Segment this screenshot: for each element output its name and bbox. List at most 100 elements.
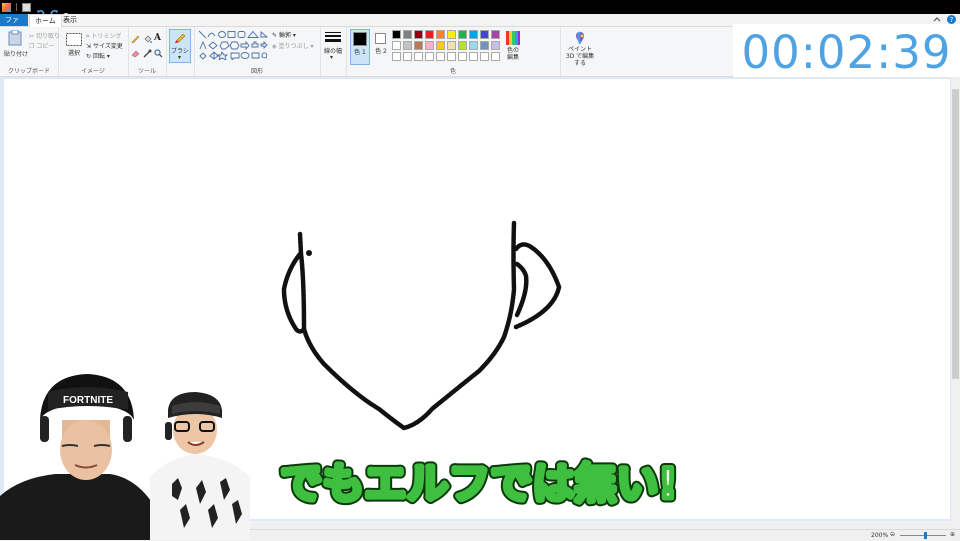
vertical-scrollbar-thumb[interactable] xyxy=(952,89,959,379)
rotate-button[interactable]: ↻ 回転 ▾ xyxy=(86,51,110,60)
color-palette xyxy=(392,30,500,61)
text-icon[interactable]: A xyxy=(154,33,161,43)
resize-icon: ⇲ xyxy=(86,43,92,50)
colors-group-label: 色 xyxy=(449,68,456,75)
palette-swatch[interactable] xyxy=(480,41,489,50)
palette-swatch[interactable] xyxy=(392,30,401,39)
paint3d-icon xyxy=(576,31,584,45)
outline-button[interactable]: ✎ 輪郭 ▾ xyxy=(272,30,296,39)
clipboard-group: 貼り付け ✂ 切り取り ❐ コピー クリップボード xyxy=(0,27,60,76)
paint3d-label: ペイント 3D で編集する xyxy=(565,46,595,67)
copy-button[interactable]: ❐ コピー xyxy=(29,41,54,50)
palette-swatch[interactable] xyxy=(414,52,423,61)
rainbow-icon xyxy=(506,31,520,45)
shapes-group-label: 図形 xyxy=(250,68,263,75)
palette-swatch[interactable] xyxy=(403,52,412,61)
zoom-in-icon[interactable]: ⊕ xyxy=(950,531,955,538)
zoom-slider[interactable] xyxy=(900,535,946,536)
paste-button[interactable]: 貼り付け xyxy=(4,29,28,58)
palette-swatch[interactable] xyxy=(425,41,434,50)
palette-swatch[interactable] xyxy=(491,52,500,61)
edit-colors-button[interactable]: 色の編集 xyxy=(503,30,523,66)
palette-swatch[interactable] xyxy=(436,41,445,50)
vertical-scrollbar[interactable] xyxy=(951,77,960,529)
zoom-out-icon[interactable]: ⊖ xyxy=(890,531,895,538)
palette-swatch[interactable] xyxy=(469,52,478,61)
palette-swatch[interactable] xyxy=(491,41,500,50)
trim-button[interactable]: ⌗ トリミング xyxy=(86,31,121,41)
brushes-button[interactable]: ブラシ ▾ xyxy=(169,29,191,63)
crop-icon: ⌗ xyxy=(86,33,90,40)
brush-icon xyxy=(174,33,186,44)
tab-view[interactable]: 表示 xyxy=(58,14,82,26)
save-icon[interactable] xyxy=(22,2,31,12)
outline-icon: ✎ xyxy=(272,32,278,39)
palette-swatch[interactable] xyxy=(425,52,434,61)
image-group-label: イメージ xyxy=(81,68,105,75)
color1-button[interactable]: 色 1 xyxy=(350,29,370,65)
zoom-slider-thumb[interactable] xyxy=(924,532,927,539)
quick-access-toolbar xyxy=(2,2,68,16)
ribbon-controls: ? xyxy=(933,15,956,24)
palette-swatch[interactable] xyxy=(392,52,401,61)
paint3d-button[interactable]: ペイント 3D で編集する xyxy=(564,30,596,67)
palette-swatch[interactable] xyxy=(414,41,423,50)
help-icon[interactable]: ? xyxy=(947,15,956,24)
color2-button[interactable]: 色 2 xyxy=(373,29,389,65)
color1-swatch xyxy=(353,32,367,46)
paint3d-group: ペイント 3D で編集する xyxy=(560,27,600,76)
palette-swatch[interactable] xyxy=(458,30,467,39)
svg-text:?: ? xyxy=(950,16,954,24)
palette-swatch[interactable] xyxy=(469,30,478,39)
palette-swatch[interactable] xyxy=(469,41,478,50)
tab-home[interactable]: ホーム xyxy=(29,14,62,27)
size-group: 線の幅 ▾ xyxy=(320,27,347,76)
palette-swatch[interactable] xyxy=(447,30,456,39)
palette-swatch[interactable] xyxy=(447,52,456,61)
select-label: 選択 xyxy=(68,50,81,57)
palette-swatch[interactable] xyxy=(480,30,489,39)
fill-style-button[interactable]: ◈ 塗りつぶし ▾ xyxy=(272,41,314,50)
tab-file[interactable]: ファイル xyxy=(0,14,28,36)
palette-swatch[interactable] xyxy=(480,52,489,61)
cut-button[interactable]: ✂ 切り取り xyxy=(29,31,60,40)
title-bar xyxy=(0,0,960,16)
redo-icon[interactable] xyxy=(50,3,59,16)
palette-swatch[interactable] xyxy=(403,41,412,50)
palette-swatch[interactable] xyxy=(458,52,467,61)
chevron-down-icon: ▾ xyxy=(292,32,296,39)
select-button[interactable]: 選択 xyxy=(66,31,82,57)
zoom-level: 200% xyxy=(871,532,889,539)
collapse-ribbon-icon[interactable] xyxy=(933,16,941,24)
palette-swatch[interactable] xyxy=(436,52,445,61)
streamer-right-webcam xyxy=(150,392,250,540)
undo-icon[interactable] xyxy=(36,3,45,16)
magnifier-icon[interactable] xyxy=(154,49,163,58)
cut-label: 切り取り xyxy=(35,33,60,40)
palette-swatch[interactable] xyxy=(403,30,412,39)
paint-app-icon xyxy=(2,2,11,12)
palette-swatch[interactable] xyxy=(425,30,434,39)
pencil-icon[interactable] xyxy=(131,35,140,44)
palette-swatch[interactable] xyxy=(491,30,500,39)
customize-qat-icon[interactable] xyxy=(64,3,68,16)
paste-label: 貼り付け xyxy=(4,51,29,58)
resize-button[interactable]: ⇲ サイズ変更 xyxy=(86,41,123,50)
chevron-down-icon: ▾ xyxy=(310,43,314,50)
palette-swatch[interactable] xyxy=(458,41,467,50)
color-picker-icon[interactable] xyxy=(143,49,152,58)
image-group: 選択 ⌗ トリミング ⇲ サイズ変更 ↻ 回転 ▾ イメージ xyxy=(58,27,129,76)
palette-swatch[interactable] xyxy=(392,41,401,50)
palette-swatch[interactable] xyxy=(436,30,445,39)
palette-swatch[interactable] xyxy=(447,41,456,50)
fill-icon[interactable] xyxy=(143,35,152,44)
caption-text: でもエルフでは無い! xyxy=(280,459,677,508)
palette-swatch[interactable] xyxy=(414,30,423,39)
paste-icon xyxy=(8,29,22,46)
size-button[interactable]: 線の幅 ▾ xyxy=(323,30,343,64)
edit-colors-label: 色の編集 xyxy=(506,47,519,61)
fill-label: 塗りつぶし xyxy=(278,43,309,50)
line-width-icon xyxy=(325,32,341,42)
eraser-icon[interactable] xyxy=(131,49,140,58)
shape-gallery[interactable] xyxy=(198,30,268,60)
